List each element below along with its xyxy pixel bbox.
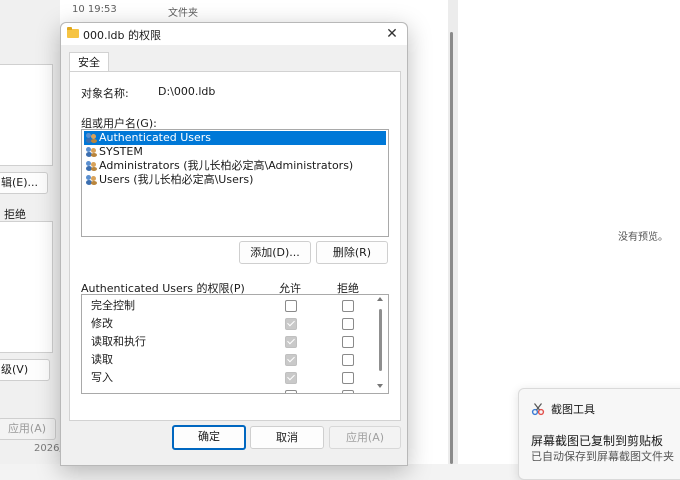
background-advanced-button[interactable]: 级(V) (0, 359, 50, 381)
scroll-down-arrow-icon[interactable] (377, 384, 383, 388)
remove-button[interactable]: 删除(R) (316, 241, 388, 264)
file-date-text: 10 19:53 (72, 4, 117, 15)
dialog-titlebar[interactable]: 000.ldb 的权限 ✕ (61, 23, 407, 45)
table-row: 完全控制 (82, 297, 372, 315)
ok-button[interactable]: 确定 (172, 425, 246, 450)
table-row: 读取和执行 (82, 333, 372, 351)
permissions-list[interactable]: 完全控制 修改 读取和执行 读取 写入 (81, 294, 389, 394)
allow-checkbox[interactable] (285, 318, 297, 330)
snipping-tool-icon (531, 403, 545, 416)
background-window: 辑(E)... 拒绝 级(V) 应用(A) (0, 0, 60, 464)
allow-checkbox[interactable] (285, 354, 297, 366)
permission-name: 完全控制 (91, 299, 135, 312)
deny-checkbox[interactable] (342, 372, 354, 384)
background-edit-button[interactable]: 辑(E)... (0, 172, 48, 194)
deny-checkbox[interactable] (342, 336, 354, 348)
dialog-title: 000.ldb 的权限 (83, 29, 162, 42)
list-item-user[interactable]: Users (我儿长柏必定高\Users) (84, 173, 386, 187)
group-user-list[interactable]: Authenticated Users SYSTEM Administrator… (81, 129, 389, 237)
security-tab-panel: 对象名称: D:\000.ldb 组或用户名(G): Authenticated… (69, 71, 401, 421)
users-icon (86, 175, 98, 185)
file-list-scrollbar[interactable] (450, 32, 453, 464)
toast-body: 已自动保存到屏幕截图文件夹 (531, 450, 674, 463)
users-icon (86, 133, 98, 143)
background-apply-button[interactable]: 应用(A) (0, 418, 56, 440)
list-item-user[interactable]: SYSTEM (84, 145, 386, 159)
table-row (82, 387, 372, 393)
cancel-button[interactable]: 取消 (250, 426, 324, 449)
apply-button[interactable]: 应用(A) (329, 426, 401, 449)
background-user-list (0, 64, 53, 166)
deny-checkbox[interactable] (342, 318, 354, 330)
table-row: 读取 (82, 351, 372, 369)
permissions-scrollbar[interactable] (379, 309, 382, 371)
snip-toast-notification[interactable]: 截图工具 屏幕截图已复制到剪贴板 已自动保存到屏幕截图文件夹 (518, 388, 680, 480)
file-type-text: 文件夹 (168, 8, 198, 19)
tab-security[interactable]: 安全 (69, 52, 109, 72)
scroll-up-arrow-icon[interactable] (377, 297, 383, 301)
toast-app-name: 截图工具 (551, 403, 595, 416)
file-date-bottom: 2026/ (34, 443, 63, 454)
object-name-value: D:\000.ldb (158, 85, 216, 98)
table-row: 写入 (82, 369, 372, 387)
table-row: 修改 (82, 315, 372, 333)
no-preview-text: 没有预览。 (618, 232, 668, 243)
toast-title: 屏幕截图已复制到剪贴板 (531, 434, 664, 448)
user-label: Administrators (我儿长柏必定高\Administrators) (99, 159, 354, 172)
allow-checkbox[interactable] (285, 372, 297, 384)
add-button[interactable]: 添加(D)... (239, 241, 311, 264)
user-label: Users (我儿长柏必定高\Users) (99, 173, 254, 186)
folder-icon (67, 27, 79, 38)
permission-name: 读取和执行 (91, 335, 146, 348)
list-item-user[interactable]: Authenticated Users (84, 131, 386, 145)
deny-checkbox[interactable] (342, 354, 354, 366)
permissions-dialog: 000.ldb 的权限 ✕ 安全 对象名称: D:\000.ldb 组或用户名(… (60, 22, 408, 466)
close-button[interactable]: ✕ (381, 24, 403, 44)
object-name-label: 对象名称: (81, 87, 129, 100)
deny-checkbox[interactable] (342, 300, 354, 312)
background-perm-list (0, 221, 53, 353)
allow-checkbox[interactable] (285, 336, 297, 348)
permission-name: 修改 (91, 317, 113, 330)
user-label: Authenticated Users (99, 131, 212, 144)
background-deny-header: 拒绝 (4, 208, 26, 221)
users-icon (86, 161, 98, 171)
permission-name: 读取 (91, 353, 113, 366)
deny-checkbox[interactable] (342, 390, 354, 393)
allow-checkbox[interactable] (285, 300, 297, 312)
allow-checkbox[interactable] (285, 390, 297, 393)
close-icon: ✕ (386, 26, 398, 42)
permission-name: 写入 (91, 371, 113, 384)
list-item-user[interactable]: Administrators (我儿长柏必定高\Administrators) (84, 159, 386, 173)
user-label: SYSTEM (99, 145, 143, 158)
users-icon (86, 147, 98, 157)
